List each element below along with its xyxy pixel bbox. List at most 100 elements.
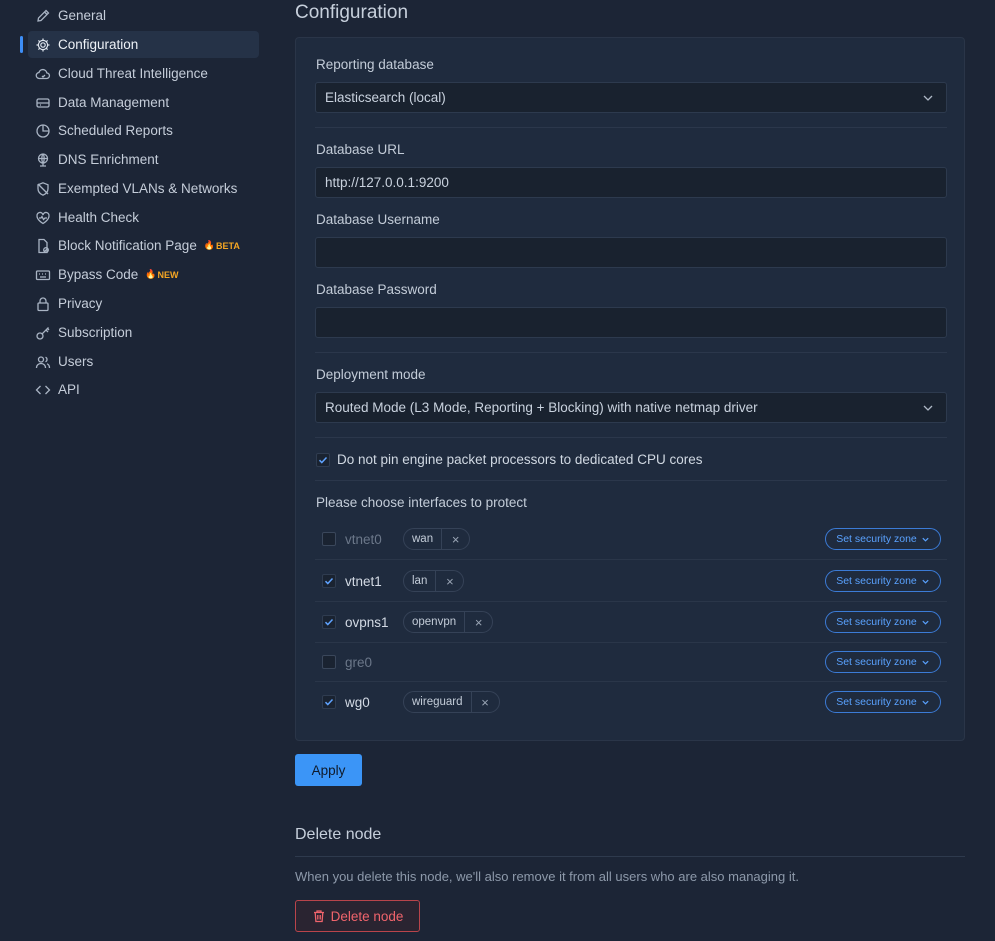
- interface-tag: wan ×: [403, 528, 471, 550]
- set-security-zone-button[interactable]: Set security zone: [825, 651, 941, 673]
- database-url-label: Database URL: [316, 142, 405, 157]
- sidebar-item-scheduled-reports[interactable]: Scheduled Reports: [28, 117, 259, 144]
- divider: [315, 352, 947, 353]
- tag-label: wan: [412, 533, 434, 545]
- sidebar-item-label: Configuration: [58, 37, 139, 52]
- interface-name: gre0: [345, 654, 373, 670]
- interface-tag: lan ×: [403, 570, 465, 592]
- sidebar-item-privacy[interactable]: Privacy: [28, 290, 259, 317]
- sidebar-item-users[interactable]: Users: [28, 348, 259, 375]
- sidebar-item-label: General: [58, 8, 107, 23]
- sidebar-item-label: Bypass Code: [58, 267, 139, 282]
- divider: [315, 127, 947, 128]
- sidebar-item-dns-enrichment[interactable]: DNS Enrichment: [28, 146, 259, 173]
- pin-cores-option: Do not pin engine packet processors to d…: [316, 452, 702, 467]
- divider: [315, 480, 947, 481]
- sidebar-item-label: Health Check: [58, 210, 140, 225]
- sidebar-item-label: Privacy: [58, 296, 103, 311]
- delete-node-description: When you delete this node, we'll also re…: [295, 869, 799, 884]
- interface-checkbox[interactable]: [322, 695, 336, 709]
- lock-icon: [35, 296, 51, 312]
- sidebar-item-label: DNS Enrichment: [58, 152, 159, 167]
- reporting-database-select[interactable]: Elasticsearch (local): [315, 82, 947, 113]
- database-icon: [35, 95, 51, 111]
- globe-icon: [35, 152, 51, 168]
- interface-row-vtnet0: vtnet0 wan × Set security zone: [315, 519, 947, 559]
- deployment-mode-value: Routed Mode (L3 Mode, Reporting + Blocki…: [325, 400, 758, 415]
- close-icon[interactable]: ×: [470, 692, 499, 712]
- code-icon: [35, 382, 51, 398]
- beta-badge: 🔥 BETA: [203, 240, 240, 251]
- reporting-database-value: Elasticsearch (local): [325, 90, 446, 105]
- chevron-down-icon: [922, 92, 934, 104]
- users-icon: [35, 354, 51, 370]
- set-security-zone-button[interactable]: Set security zone: [825, 528, 941, 550]
- chevron-down-icon: [922, 620, 929, 625]
- sidebar-item-label: Users: [58, 354, 94, 369]
- new-badge: 🔥 NEW: [145, 269, 179, 280]
- key-icon: [35, 325, 51, 341]
- interface-name: vtnet1: [345, 573, 382, 589]
- interface-checkbox[interactable]: [322, 532, 336, 546]
- sidebar-item-api[interactable]: API: [28, 376, 259, 403]
- interface-name: ovpns1: [345, 614, 389, 630]
- sidebar-item-data-management[interactable]: Data Management: [28, 89, 259, 116]
- interface-row-gre0: gre0 Set security zone: [315, 642, 947, 682]
- interface-name: vtnet0: [345, 531, 382, 547]
- trash-icon: [312, 909, 326, 923]
- sidebar-item-label: Data Management: [58, 95, 170, 110]
- chevron-down-icon: [922, 700, 929, 705]
- flame-icon: 🔥: [203, 240, 216, 250]
- pin-cores-label: Do not pin engine packet processors to d…: [337, 452, 703, 467]
- active-indicator: [20, 36, 23, 53]
- interface-checkbox[interactable]: [322, 615, 336, 629]
- set-security-zone-button[interactable]: Set security zone: [825, 611, 941, 633]
- pencil-icon: [35, 8, 51, 24]
- heart-icon: [35, 210, 51, 226]
- sidebar-item-label: Subscription: [58, 325, 133, 340]
- deployment-mode-select[interactable]: Routed Mode (L3 Mode, Reporting + Blocki…: [315, 392, 947, 423]
- chevron-down-icon: [922, 537, 929, 542]
- sidebar-item-configuration[interactable]: Configuration: [28, 31, 259, 58]
- interface-row-ovpns1: ovpns1 openvpn × Set security zone: [315, 602, 947, 642]
- pin-cores-checkbox[interactable]: [316, 452, 330, 467]
- delete-node-button[interactable]: Delete node: [295, 900, 420, 932]
- sidebar-item-subscription[interactable]: Subscription: [28, 319, 259, 346]
- set-security-zone-button[interactable]: Set security zone: [825, 691, 941, 713]
- sidebar-item-label: Block Notification Page: [58, 238, 197, 253]
- interface-checkbox[interactable]: [322, 574, 336, 588]
- interfaces-label: Please choose interfaces to protect: [316, 495, 527, 510]
- database-password-input[interactable]: [315, 307, 947, 338]
- divider: [315, 437, 947, 438]
- set-security-zone-button[interactable]: Set security zone: [825, 570, 941, 592]
- database-url-input[interactable]: http://127.0.0.1:9200: [315, 167, 947, 198]
- interface-row-vtnet1: vtnet1 lan × Set security zone: [315, 561, 947, 601]
- interface-tag: wireguard ×: [403, 691, 500, 713]
- database-username-label: Database Username: [316, 212, 440, 227]
- close-icon[interactable]: ×: [464, 612, 492, 632]
- deployment-mode-label: Deployment mode: [316, 367, 426, 382]
- sidebar-item-label: Exempted VLANs & Networks: [58, 181, 238, 196]
- sidebar-item-bypass-code[interactable]: Bypass Code 🔥 NEW: [28, 261, 259, 288]
- sidebar-item-exempted-vlans[interactable]: Exempted VLANs & Networks: [28, 175, 259, 202]
- apply-button[interactable]: Apply: [295, 754, 362, 786]
- sidebar-item-label: Cloud Threat Intelligence: [58, 66, 208, 81]
- interface-checkbox[interactable]: [322, 655, 336, 669]
- sidebar-item-general[interactable]: General: [28, 2, 259, 29]
- keyboard-icon: [35, 267, 51, 283]
- divider: [315, 559, 947, 560]
- interface-row-wg0: wg0 wireguard × Set security zone: [315, 682, 947, 722]
- flame-icon: 🔥: [145, 269, 157, 279]
- sidebar-item-label: API: [58, 382, 80, 397]
- close-icon[interactable]: ×: [441, 529, 469, 549]
- sidebar-item-health-check[interactable]: Health Check: [28, 204, 259, 231]
- sidebar-item-label: Scheduled Reports: [58, 123, 173, 138]
- chevron-down-icon: [922, 402, 934, 414]
- delete-node-label: Delete node: [330, 908, 404, 924]
- close-icon[interactable]: ×: [435, 571, 463, 591]
- sidebar-item-cloud-threat-intelligence[interactable]: Cloud Threat Intelligence: [28, 60, 259, 87]
- tag-label: lan: [412, 575, 428, 587]
- tag-label: openvpn: [412, 616, 457, 628]
- database-username-input[interactable]: [315, 237, 947, 268]
- sidebar-item-block-notification-page[interactable]: Block Notification Page 🔥 BETA: [28, 232, 259, 259]
